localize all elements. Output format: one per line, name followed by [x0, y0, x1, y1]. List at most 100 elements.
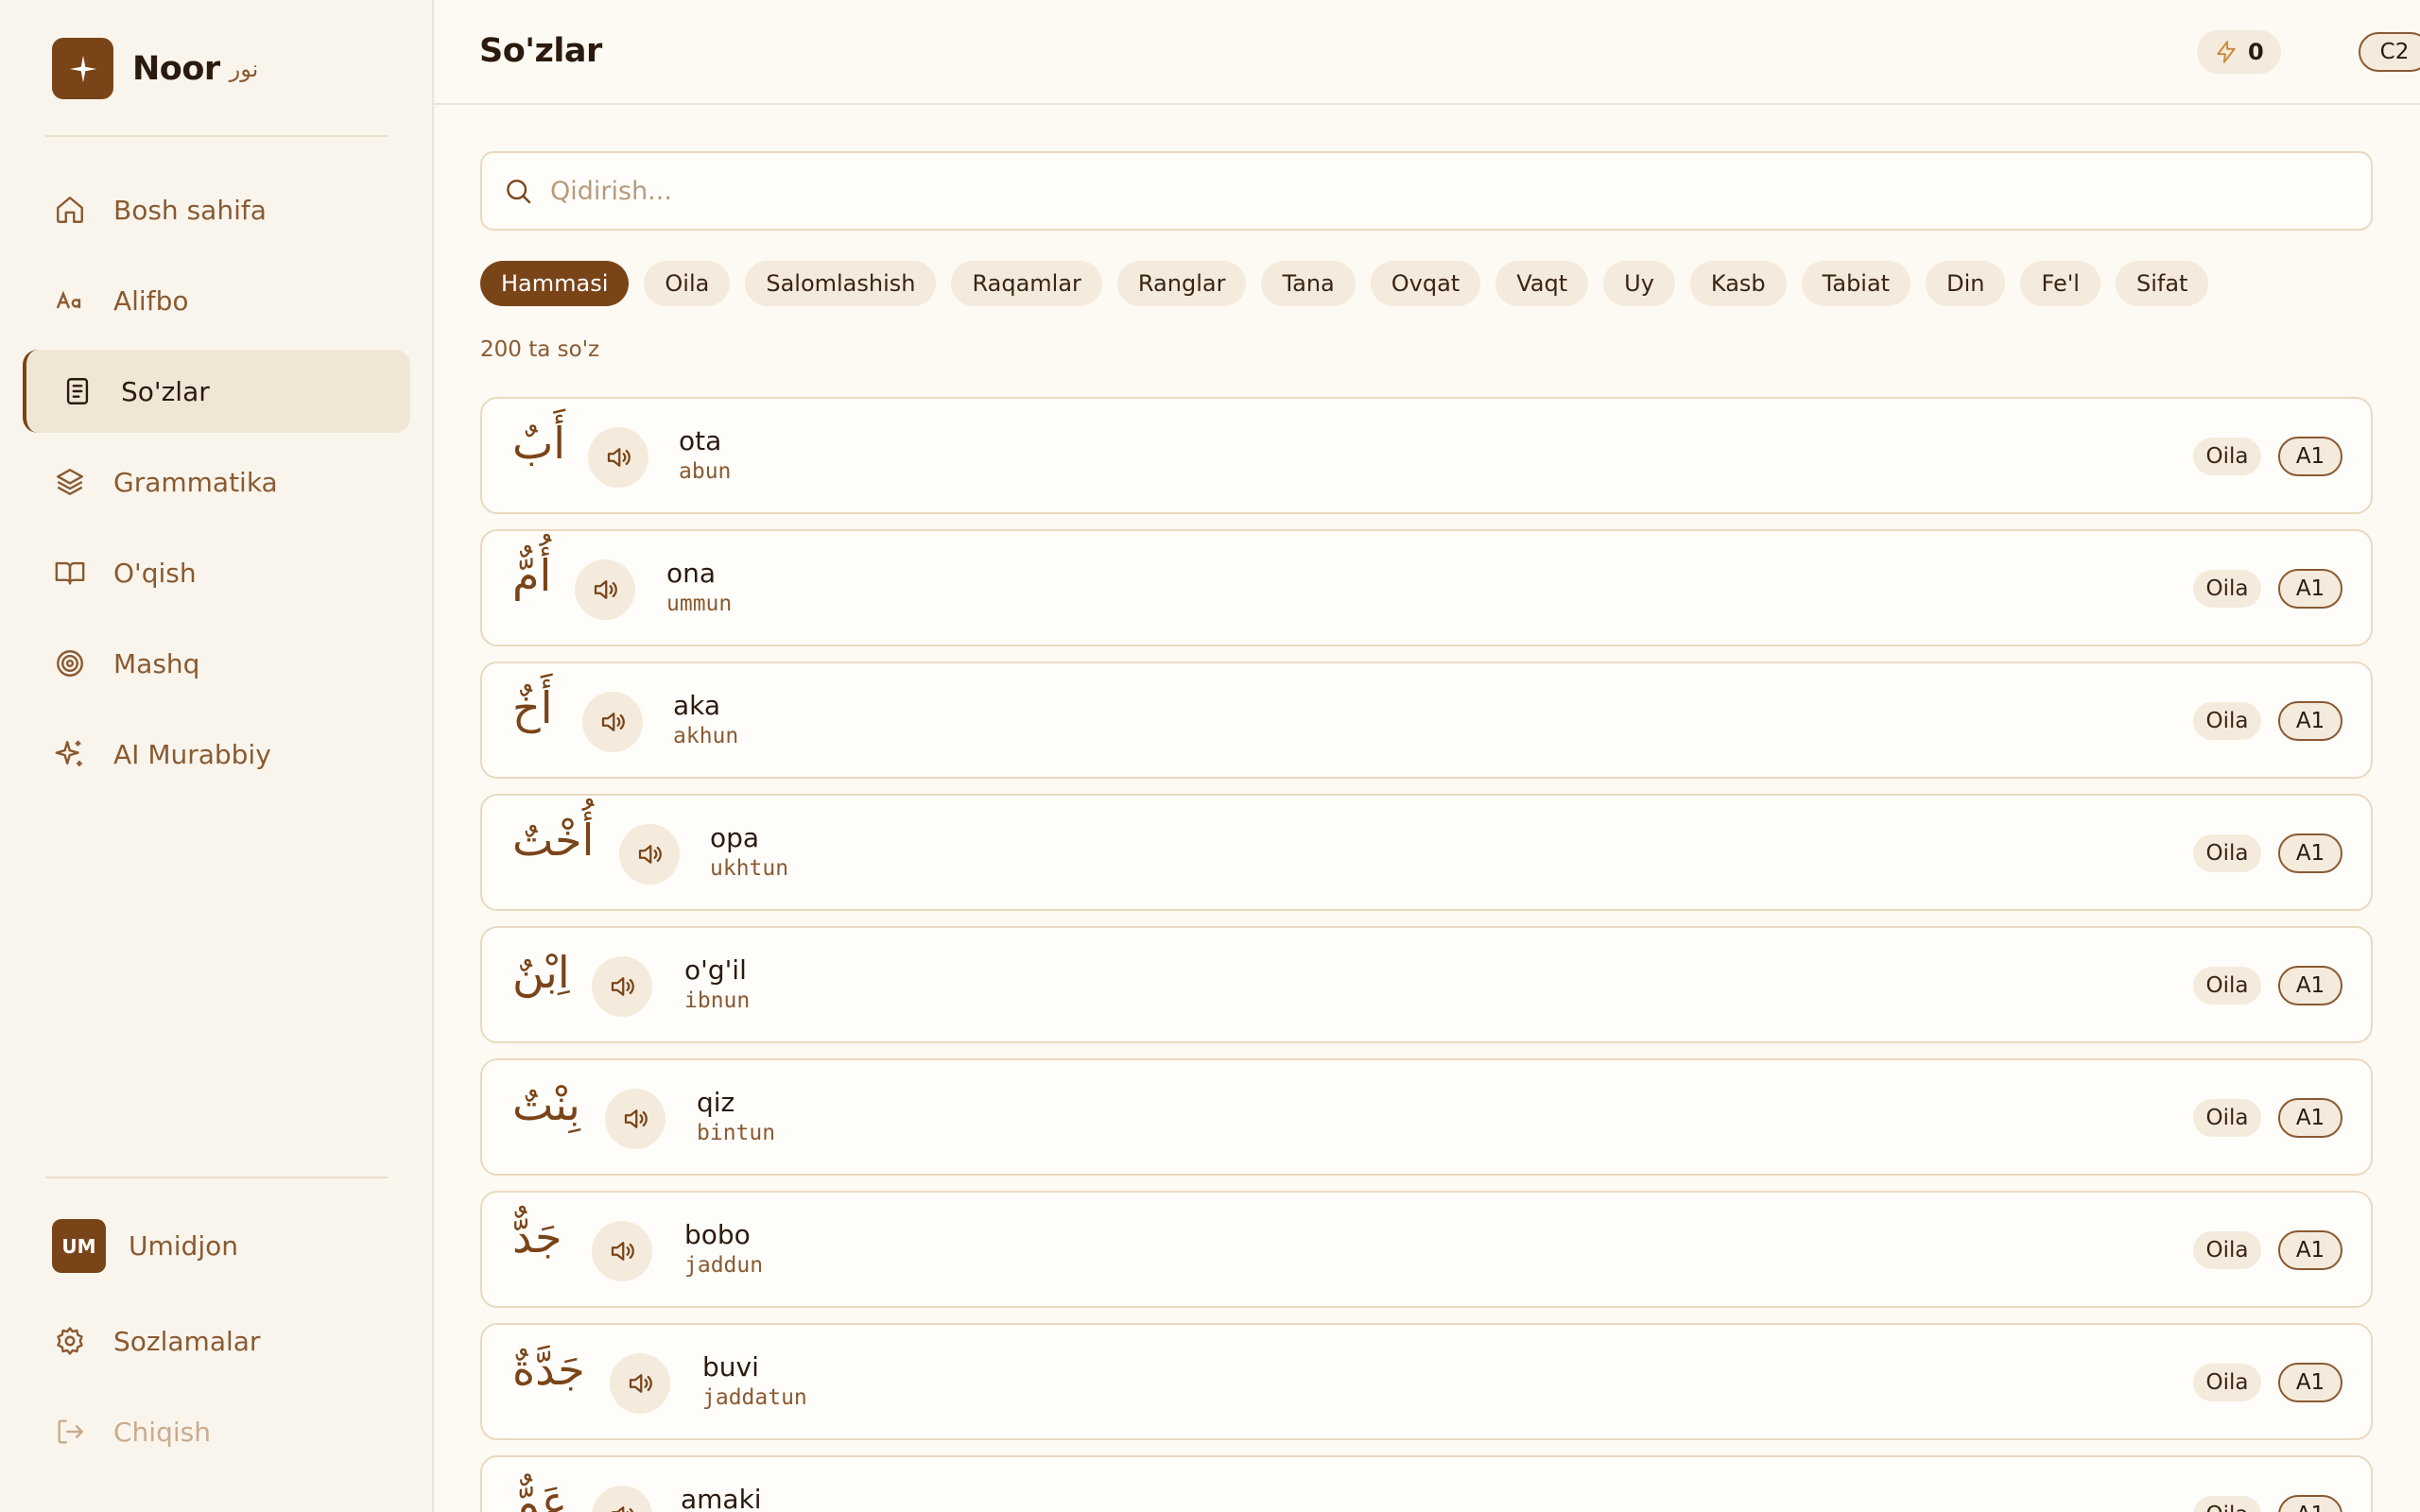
filter-chip-time[interactable]: Vaqt: [1495, 261, 1589, 306]
word-transliteration: bintun: [697, 1121, 776, 1145]
sparkles-icon: [53, 737, 87, 771]
word-arabic: أُخْتٌ: [512, 815, 595, 866]
filter-chip-greetings[interactable]: Salomlashish: [745, 261, 937, 306]
filter-chip-nature[interactable]: Tabiat: [1801, 261, 1911, 306]
sidebar: Noor نور Bosh sahifa Alifbo So'zlar Gram…: [0, 0, 434, 1512]
word-translation: ona: [666, 558, 717, 589]
logout-button[interactable]: Chiqish: [23, 1390, 410, 1473]
word-transliteration: ummun: [666, 592, 733, 616]
word-transliteration: ukhtun: [710, 856, 789, 881]
word-translation: bobo: [684, 1219, 751, 1250]
category-filters: Hammasi Oila Salomlashish Raqamlar Rangl…: [480, 261, 2209, 306]
play-audio-button[interactable]: [592, 1486, 652, 1512]
sidebar-item-grammar[interactable]: Grammatika: [23, 440, 410, 524]
sidebar-item-label: Bosh sahifa: [113, 194, 267, 226]
category-tag: Oila: [2193, 1231, 2261, 1269]
logout-label: Chiqish: [113, 1416, 211, 1448]
category-tag: Oila: [2193, 1099, 2261, 1137]
sidebar-item-practice[interactable]: Mashq: [23, 622, 410, 705]
word-translation: opa: [710, 822, 760, 853]
alphabet-icon: [53, 284, 87, 318]
filter-chip-colors[interactable]: Ranglar: [1116, 261, 1247, 306]
brand[interactable]: Noor نور: [52, 38, 258, 99]
word-text: opa ukhtun: [710, 822, 788, 881]
word-card[interactable]: جَدَّةٌ buvi jaddatun Oila A1: [480, 1323, 2373, 1440]
word-card[interactable]: أَخٌ aka akhun Oila A1: [480, 662, 2373, 779]
sidebar-item-alphabet[interactable]: Alifbo: [23, 259, 410, 342]
filter-chip-religion[interactable]: Din: [1926, 261, 2006, 306]
word-transliteration: abun: [679, 459, 732, 484]
word-transliteration: jaddatun: [702, 1385, 807, 1410]
category-tag: Oila: [2193, 570, 2261, 608]
sidebar-divider: [45, 135, 388, 137]
sidebar-item-ai-tutor[interactable]: AI Murabbiy: [23, 713, 410, 796]
word-card[interactable]: أُخْتٌ opa ukhtun Oila A1: [480, 794, 2373, 911]
sidebar-item-settings[interactable]: Sozlamalar: [23, 1299, 410, 1383]
target-icon: [53, 646, 87, 680]
filter-chip-home[interactable]: Uy: [1603, 261, 1675, 306]
word-arabic: اِبْنٌ: [512, 947, 570, 998]
sparkle-logo-icon: [52, 38, 113, 99]
play-audio-button[interactable]: [588, 427, 648, 488]
word-arabic: أُمٌّ: [512, 550, 552, 601]
word-count: 200 ta so'z: [480, 337, 600, 362]
word-card[interactable]: عَمٌّ amaki Oila A1: [480, 1455, 2373, 1512]
sidebar-item-label: O'qish: [113, 557, 197, 589]
word-transliteration: jaddun: [684, 1253, 764, 1278]
filter-chip-verb[interactable]: Fe'l: [2020, 261, 2100, 306]
sidebar-item-label: Alifbo: [113, 284, 189, 317]
sidebar-item-words[interactable]: So'zlar: [23, 350, 410, 433]
level-tag: A1: [2278, 1363, 2342, 1402]
play-audio-button[interactable]: [582, 692, 643, 752]
play-audio-button[interactable]: [619, 824, 680, 885]
sidebar-divider: [45, 1177, 388, 1178]
category-tag: Oila: [2193, 967, 2261, 1005]
word-card[interactable]: جَدٌّ bobo jaddun Oila A1: [480, 1191, 2373, 1308]
category-tag: Oila: [2193, 438, 2261, 475]
word-translation: buvi: [702, 1351, 759, 1383]
word-text: qiz bintun: [697, 1087, 775, 1145]
word-transliteration: akhun: [673, 724, 739, 748]
word-text: ona ummun: [666, 558, 732, 616]
filter-chip-family[interactable]: Oila: [644, 261, 731, 306]
speaker-icon: [638, 845, 662, 864]
word-arabic: أَخٌ: [512, 682, 553, 733]
sidebar-item-reading[interactable]: O'qish: [23, 531, 410, 614]
filter-chip-all[interactable]: Hammasi: [480, 261, 630, 306]
word-transliteration: ibnun: [684, 988, 751, 1013]
layers-icon: [53, 465, 87, 499]
word-card[interactable]: اِبْنٌ o'g'il ibnun Oila A1: [480, 926, 2373, 1043]
filter-chip-body[interactable]: Tana: [1261, 261, 1356, 306]
word-card[interactable]: بِنْتٌ qiz bintun Oila A1: [480, 1058, 2373, 1176]
word-text: buvi jaddatun: [702, 1351, 807, 1410]
word-arabic: جَدَّةٌ: [512, 1344, 585, 1395]
filter-chip-numbers[interactable]: Raqamlar: [951, 261, 1102, 306]
level-badge[interactable]: C2: [2359, 32, 2420, 72]
sidebar-item-home[interactable]: Bosh sahifa: [23, 168, 410, 251]
brand-name: Noor: [132, 49, 220, 88]
sidebar-item-label: AI Murabbiy: [113, 738, 271, 770]
filter-chip-food[interactable]: Ovqat: [1370, 261, 1481, 306]
level-tag: A1: [2278, 1230, 2342, 1270]
word-arabic: جَدٌّ: [512, 1211, 562, 1263]
speaker-icon: [611, 1506, 634, 1512]
xp-badge[interactable]: 0: [2197, 30, 2281, 74]
word-translation: amaki: [681, 1484, 762, 1512]
play-audio-button[interactable]: [610, 1353, 670, 1414]
speaker-icon: [624, 1109, 648, 1128]
play-audio-button[interactable]: [592, 1221, 652, 1281]
word-arabic: أَبٌ: [512, 418, 566, 469]
search-input[interactable]: [550, 176, 2252, 206]
sidebar-item-label: Grammatika: [113, 466, 278, 498]
word-card[interactable]: أَبٌ ota abun Oila A1: [480, 397, 2373, 514]
play-audio-button[interactable]: [605, 1089, 666, 1149]
user-profile[interactable]: UM Umidjon: [52, 1219, 238, 1273]
play-audio-button[interactable]: [575, 559, 635, 620]
play-audio-button[interactable]: [592, 956, 652, 1017]
filter-chip-adjective[interactable]: Sifat: [2115, 261, 2209, 306]
word-text: o'g'il ibnun: [684, 954, 750, 1013]
word-card[interactable]: أُمٌّ ona ummun Oila A1: [480, 529, 2373, 646]
level-tag: A1: [2278, 966, 2342, 1005]
category-tag: Oila: [2193, 1496, 2261, 1512]
filter-chip-profession[interactable]: Kasb: [1689, 261, 1787, 306]
